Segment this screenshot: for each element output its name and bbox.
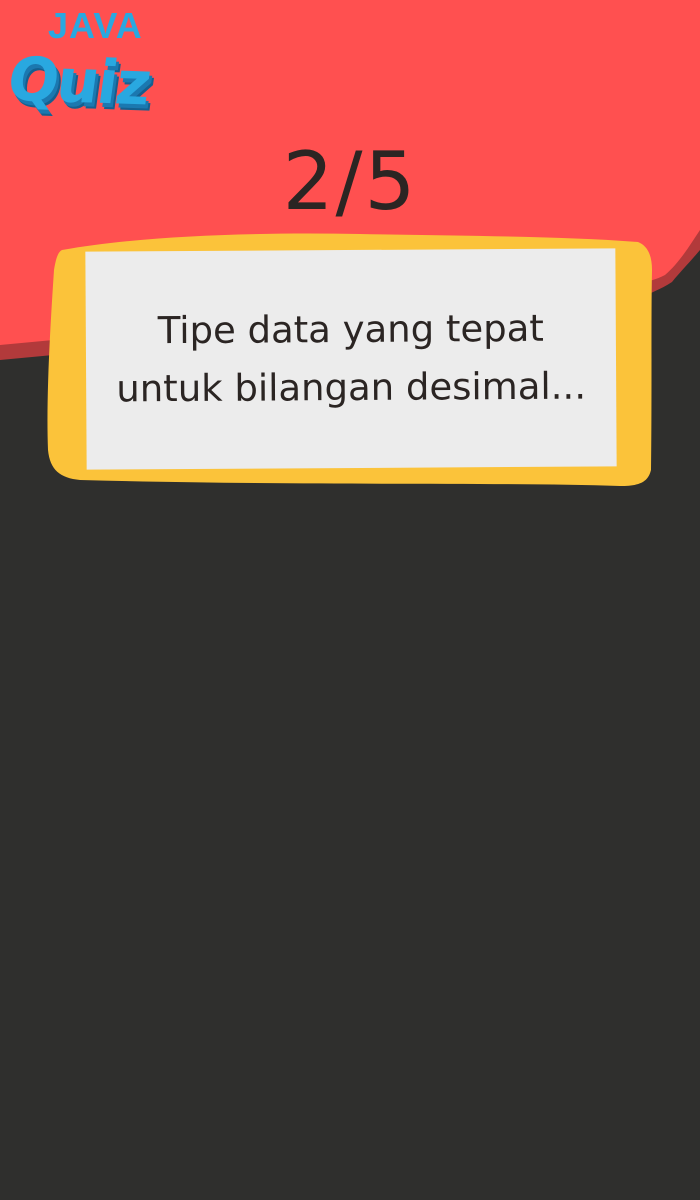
question-card: Tipe data yang tepat untuk bilangan desi… bbox=[85, 248, 617, 470]
question-progress: 2/5 bbox=[282, 135, 418, 228]
java-quiz-logo: JAVA Quiz bbox=[3, 4, 178, 124]
quiz-screen: JAVA Quiz 2/5 Tipe data yang tepat untuk… bbox=[0, 0, 700, 1200]
logo-java-text: JAVA bbox=[48, 5, 143, 46]
question-text: Tipe data yang tepat untuk bilangan desi… bbox=[116, 306, 587, 411]
logo-quiz-text: Quiz bbox=[3, 44, 154, 120]
